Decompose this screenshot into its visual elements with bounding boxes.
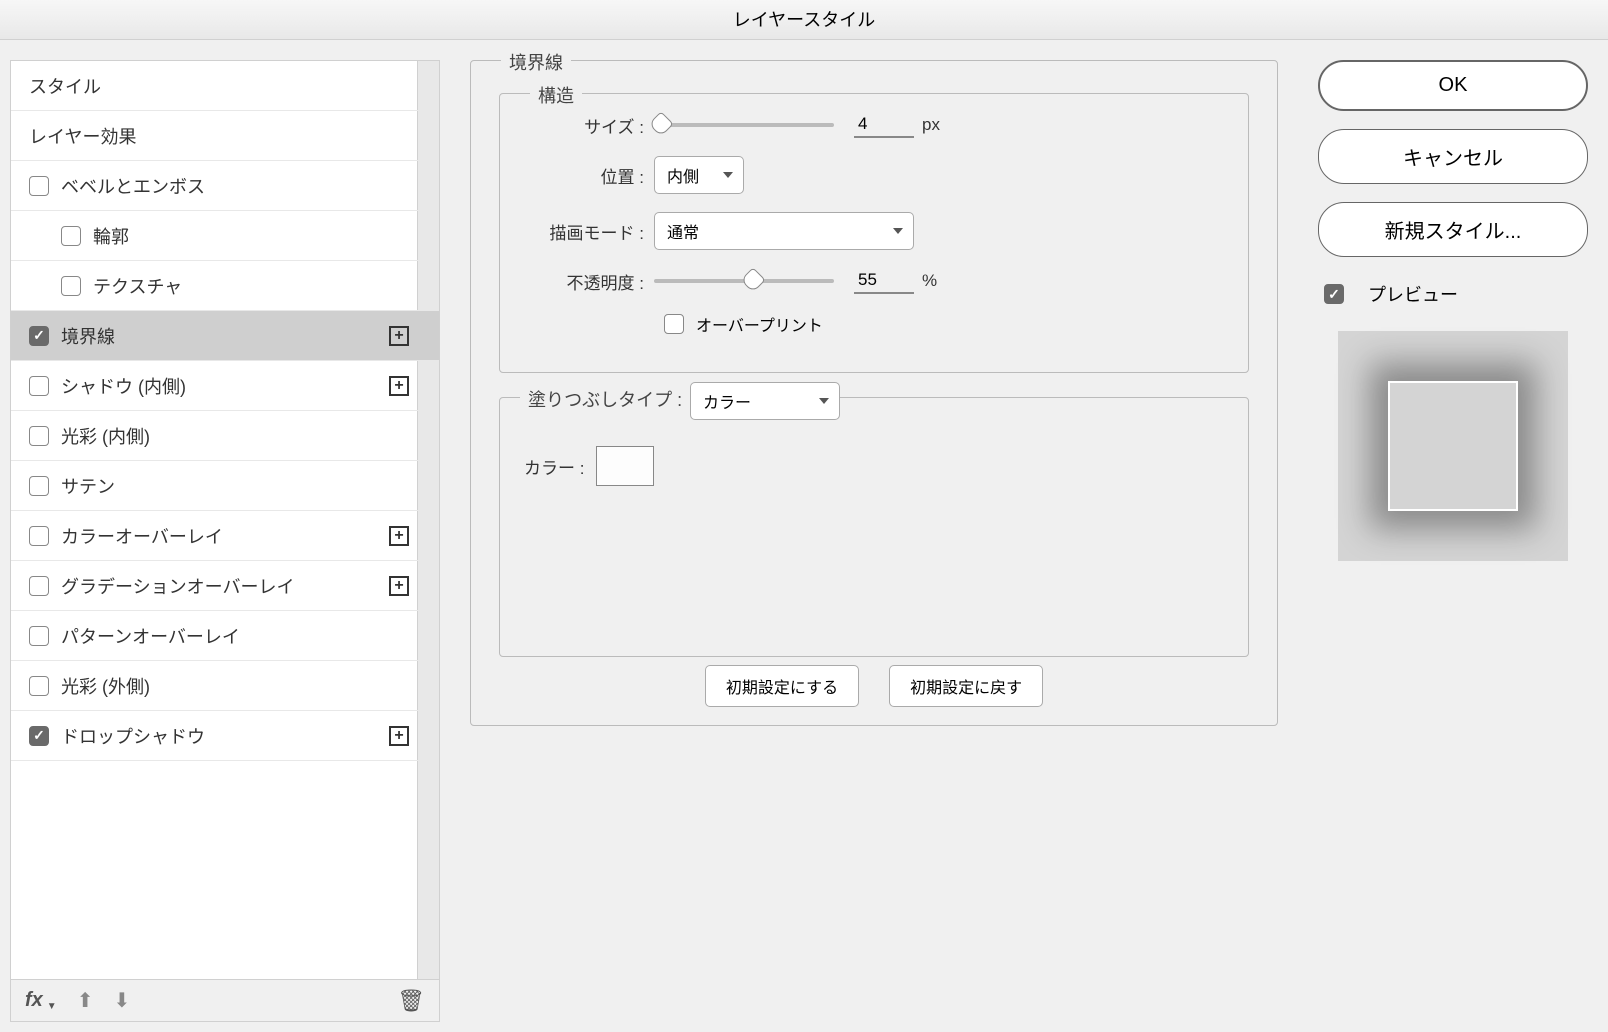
- checkbox-icon[interactable]: [29, 176, 49, 196]
- position-row: 位置 : 内側: [524, 156, 1224, 194]
- sidebar-item-inner-shadow[interactable]: シャドウ (内側): [11, 361, 439, 411]
- sidebar-item-label: グラデーションオーバーレイ: [61, 573, 294, 599]
- add-effect-icon[interactable]: [389, 576, 409, 596]
- stroke-group: 境界線 構造 サイズ : px 位置 : 内側 描画モード :: [470, 60, 1278, 726]
- sidebar-item-label: シャドウ (内側): [61, 373, 186, 399]
- sidebar-item-label: 境界線: [61, 323, 115, 349]
- position-select[interactable]: 内側: [654, 156, 744, 194]
- settings-panel: 境界線 構造 サイズ : px 位置 : 内側 描画モード :: [440, 60, 1308, 1022]
- opacity-slider[interactable]: [654, 279, 834, 283]
- checkbox-icon[interactable]: [61, 226, 81, 246]
- sidebar-item-inner-glow[interactable]: 光彩 (内側): [11, 411, 439, 461]
- fill-group: 塗りつぶしタイプ : カラー カラー :: [499, 397, 1249, 657]
- sidebar-item-label: ドロップシャドウ: [61, 723, 205, 749]
- sidebar-item-label: 光彩 (外側): [61, 673, 150, 699]
- sidebar-footer: fx ▼ ⬆ ⬇ 🗑: [10, 980, 440, 1022]
- sidebar-item-contour[interactable]: 輪郭: [11, 211, 439, 261]
- effects-sidebar: スタイル レイヤー効果 ベベルとエンボス 輪郭 テクスチャ 境界線: [10, 60, 440, 980]
- defaults-row: 初期設定にする 初期設定に戻す: [499, 665, 1249, 707]
- layer-style-dialog: レイヤースタイル スタイル レイヤー効果 ベベルとエンボス 輪郭 テクスチャ: [0, 0, 1608, 1032]
- checkbox-icon[interactable]: [61, 276, 81, 296]
- color-label: カラー :: [524, 454, 584, 479]
- checkbox-icon[interactable]: [29, 526, 49, 546]
- trash-icon[interactable]: 🗑: [397, 988, 425, 1014]
- preview-row: プレビュー: [1318, 281, 1588, 307]
- stroke-group-label: 境界線: [501, 49, 571, 75]
- fx-menu-icon[interactable]: fx: [25, 989, 43, 1012]
- right-column: OK キャンセル 新規スタイル... プレビュー: [1308, 60, 1598, 1022]
- dialog-content: スタイル レイヤー効果 ベベルとエンボス 輪郭 テクスチャ 境界線: [0, 40, 1608, 1032]
- sidebar-item-gradient-overlay[interactable]: グラデーションオーバーレイ: [11, 561, 439, 611]
- ok-button[interactable]: OK: [1318, 60, 1588, 111]
- sidebar-item-color-overlay[interactable]: カラーオーバーレイ: [11, 511, 439, 561]
- sidebar-item-stroke[interactable]: 境界線: [11, 311, 439, 361]
- color-row: カラー :: [524, 446, 1224, 486]
- move-down-icon[interactable]: ⬇: [113, 988, 130, 1013]
- overprint-checkbox[interactable]: [664, 314, 684, 334]
- add-effect-icon[interactable]: [389, 526, 409, 546]
- blend-row: 描画モード : 通常: [524, 212, 1224, 250]
- checkbox-icon[interactable]: [29, 676, 49, 696]
- size-row: サイズ : px: [524, 112, 1224, 138]
- checkbox-icon[interactable]: [29, 726, 49, 746]
- sidebar-item-label: 輪郭: [93, 223, 129, 249]
- blend-mode-select[interactable]: 通常: [654, 212, 914, 250]
- color-swatch[interactable]: [596, 446, 654, 486]
- fill-type-select[interactable]: カラー: [690, 382, 840, 420]
- sidebar-item-bevel-emboss[interactable]: ベベルとエンボス: [11, 161, 439, 211]
- sidebar-item-drop-shadow[interactable]: ドロップシャドウ: [11, 711, 439, 761]
- sidebar-column: スタイル レイヤー効果 ベベルとエンボス 輪郭 テクスチャ 境界線: [10, 60, 440, 1022]
- sidebar-item-label: カラーオーバーレイ: [61, 523, 223, 549]
- sidebar-item-satin[interactable]: サテン: [11, 461, 439, 511]
- reset-default-button[interactable]: 初期設定に戻す: [889, 665, 1043, 707]
- preview-swatch: [1388, 381, 1518, 511]
- checkbox-icon[interactable]: [29, 326, 49, 346]
- sidebar-item-label: テクスチャ: [93, 273, 182, 299]
- preview-label: プレビュー: [1368, 281, 1458, 307]
- size-input[interactable]: [854, 112, 914, 138]
- sidebar-item-outer-glow[interactable]: 光彩 (外側): [11, 661, 439, 711]
- fx-dropdown-icon[interactable]: ▼: [47, 1001, 57, 1012]
- sidebar-item-label: サテン: [61, 473, 115, 499]
- opacity-label: 不透明度 :: [524, 269, 654, 294]
- overprint-row: オーバープリント: [524, 312, 1224, 336]
- position-label: 位置 :: [524, 163, 654, 188]
- move-up-icon[interactable]: ⬆: [77, 988, 94, 1013]
- size-slider[interactable]: [654, 123, 834, 127]
- add-effect-icon[interactable]: [389, 376, 409, 396]
- window-title: レイヤースタイル: [0, 0, 1608, 40]
- add-effect-icon[interactable]: [389, 326, 409, 346]
- new-style-button[interactable]: 新規スタイル...: [1318, 202, 1588, 257]
- sidebar-item-label: パターンオーバーレイ: [61, 623, 240, 649]
- make-default-button[interactable]: 初期設定にする: [705, 665, 859, 707]
- size-label: サイズ :: [524, 113, 654, 138]
- add-effect-icon[interactable]: [389, 726, 409, 746]
- checkbox-icon[interactable]: [29, 576, 49, 596]
- sidebar-item-label: 光彩 (内側): [61, 423, 150, 449]
- opacity-input[interactable]: [854, 268, 914, 294]
- overprint-label: オーバープリント: [696, 312, 823, 336]
- sidebar-item-label: ベベルとエンボス: [61, 173, 205, 199]
- sidebar-item-texture[interactable]: テクスチャ: [11, 261, 439, 311]
- checkbox-icon[interactable]: [29, 476, 49, 496]
- preview-thumbnail: [1338, 331, 1568, 561]
- structure-group: 構造 サイズ : px 位置 : 内側 描画モード : 通常: [499, 93, 1249, 373]
- structure-group-label: 構造: [530, 82, 582, 108]
- opacity-unit: %: [922, 271, 937, 291]
- preview-checkbox[interactable]: [1324, 284, 1344, 304]
- sidebar-item-pattern-overlay[interactable]: パターンオーバーレイ: [11, 611, 439, 661]
- checkbox-icon[interactable]: [29, 376, 49, 396]
- size-unit: px: [922, 115, 940, 135]
- slider-thumb-icon[interactable]: [740, 267, 765, 292]
- blend-label: 描画モード :: [524, 219, 654, 244]
- sidebar-header-effects[interactable]: レイヤー効果: [11, 111, 439, 161]
- checkbox-icon[interactable]: [29, 626, 49, 646]
- sidebar-header-styles[interactable]: スタイル: [11, 61, 439, 111]
- opacity-row: 不透明度 : %: [524, 268, 1224, 294]
- checkbox-icon[interactable]: [29, 426, 49, 446]
- fill-type-label: 塗りつぶしタイプ :: [520, 386, 690, 412]
- cancel-button[interactable]: キャンセル: [1318, 129, 1588, 184]
